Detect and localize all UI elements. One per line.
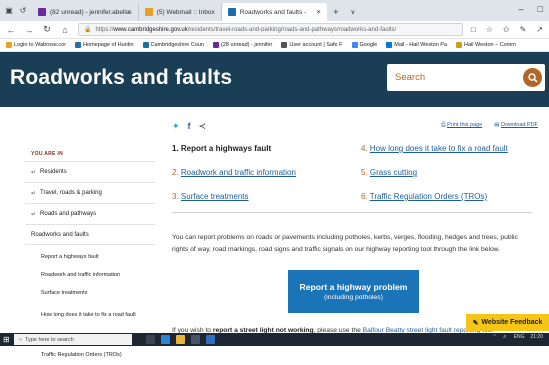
webmail-icon — [144, 8, 153, 16]
favorite-link[interactable]: User account | Safe F — [281, 42, 343, 48]
sidebar-item-tro[interactable]: Traffic Regulation Orders (TROs) — [25, 347, 155, 365]
report-problem-button[interactable]: Report a highway problem (including poth… — [288, 270, 419, 313]
language-indicator[interactable]: ENG — [514, 334, 525, 340]
edge-icon[interactable] — [160, 335, 170, 344]
clock[interactable]: 21:20 — [530, 334, 543, 340]
breadcrumb-residents[interactable]: ↵ Residents — [25, 161, 155, 182]
return-arrow-icon: ↵ — [31, 190, 37, 197]
favorite-star-icon[interactable]: ☆ — [486, 25, 493, 34]
link-roadwork-info[interactable]: 2. Roadwork and traffic information — [172, 168, 296, 177]
link-how-long[interactable]: 4. How long does it take to fix a road f… — [361, 144, 508, 153]
favorite-link[interactable]: Cambridgeshire Coun — [142, 42, 204, 48]
council-icon — [227, 8, 236, 16]
favorite-icon — [6, 42, 12, 48]
link-report-fault[interactable]: 1. Report a highways fault — [172, 144, 271, 153]
minimize-icon[interactable]: – — [519, 4, 524, 14]
search-icon — [527, 72, 538, 83]
tab-roadworks[interactable]: Roadworks and faults - ✕ — [221, 3, 328, 21]
store-icon[interactable] — [190, 335, 200, 344]
pen-icon[interactable]: ✎ — [520, 25, 527, 34]
yahoo-mail-icon — [38, 8, 46, 16]
you-are-in-label: YOU ARE IN — [31, 151, 63, 157]
windows-start-icon[interactable]: ⊞ — [3, 335, 10, 344]
link-grass-cutting[interactable]: 5. Grass cutting — [361, 168, 417, 177]
taskbar: ⊞ ○ Type here to search ⌃ ♬ ENG 21:20 — [0, 333, 549, 346]
favorite-icon — [213, 42, 220, 48]
share-icon[interactable]: ↗ — [536, 25, 543, 34]
home-icon[interactable]: ⌂ — [60, 25, 70, 35]
page-title: Roadworks and faults — [10, 66, 233, 89]
tab-mail[interactable]: (82 unread) - jennifer.abellæ — [32, 3, 139, 21]
mail-app-icon[interactable] — [205, 335, 215, 344]
return-arrow-icon: ↵ — [31, 211, 37, 218]
tab-webmail[interactable]: (5) Webmail :: Inbox — [139, 3, 222, 21]
forward-arrow-icon[interactable]: → — [24, 25, 34, 35]
back-arrow-icon[interactable]: ← — [6, 25, 16, 35]
favorite-icon — [142, 42, 149, 48]
link-surface-treatments[interactable]: 3. Surface treatments — [172, 192, 249, 201]
reading-view-icon[interactable]: □ — [471, 25, 476, 34]
favorite-link[interactable]: Mail - Hail Weston Pa — [386, 42, 447, 48]
twitter-icon[interactable]: ✦ — [172, 121, 180, 132]
sidebar-item-report[interactable]: Report a highways fault — [25, 249, 155, 267]
favorite-link[interactable]: Hail Weston – Comm — [456, 42, 516, 48]
browser-tab-bar: ▣ ↺ (82 unread) - jennifer.abellæ (5) We… — [0, 0, 549, 21]
sidebar-current[interactable]: Roadworks and faults — [25, 224, 155, 245]
breadcrumb-travel[interactable]: ↵ Travel, roads & parking — [25, 182, 155, 203]
return-arrow-icon: ↵ — [31, 169, 37, 176]
close-tab-icon[interactable]: ✕ — [316, 8, 321, 16]
link-tros[interactable]: 6. Traffic Regulation Orders (TROs) — [361, 192, 487, 201]
url-field[interactable]: 🔒 https://www.cambridgeshire.gov.uk/resi… — [78, 23, 463, 36]
taskbar-search[interactable]: ○ Type here to search — [13, 334, 132, 345]
favorites-bar: Login to Wabrose.cor Homepage of Huntin … — [0, 39, 549, 52]
feedback-icon: ✎ — [472, 319, 479, 327]
sidebar-item-surface[interactable]: Surface treatments — [25, 285, 155, 303]
tab-actions-icon[interactable]: ↺ — [18, 6, 28, 16]
search-input[interactable]: Search — [387, 64, 545, 91]
new-tab-button[interactable]: + — [327, 3, 344, 21]
site-header: Roadworks and faults Search — [0, 52, 549, 107]
print-link[interactable]: ⎙ Print this page — [441, 122, 482, 129]
facebook-icon[interactable]: f — [188, 121, 191, 131]
window-controls: – □ — [519, 4, 543, 14]
file-explorer-icon[interactable] — [175, 335, 185, 344]
volume-icon[interactable]: ♬ — [503, 334, 508, 340]
window-menu-icon[interactable]: ▣ — [4, 6, 14, 16]
task-view-icon[interactable] — [145, 335, 155, 344]
breadcrumb-roads[interactable]: ↵ Roads and pathways — [25, 203, 155, 224]
maximize-icon[interactable]: □ — [538, 4, 543, 14]
favorite-link[interactable]: Google — [351, 42, 377, 48]
download-pdf-link[interactable]: ▤ Download PDF — [494, 122, 538, 129]
document-icon: ▤ — [494, 122, 501, 128]
main-content: ✦ f ≺ ⎙ Print this page ▤ Download PDF 1… — [172, 120, 542, 334]
refresh-icon[interactable]: ↻ — [42, 24, 52, 35]
favorites-icon[interactable]: ✩ — [503, 25, 510, 34]
favorite-icon — [75, 42, 82, 48]
website-feedback-button[interactable]: ✎ Website Feedback — [466, 314, 549, 331]
divider — [172, 212, 532, 213]
favorite-icon — [456, 42, 463, 48]
favorite-link[interactable]: Homepage of Huntin — [75, 42, 134, 48]
sidebar-item-how-long[interactable]: How long does it take to fix a road faul… — [25, 303, 137, 329]
favorite-icon — [281, 42, 288, 48]
chevron-up-icon[interactable]: ⌃ — [492, 334, 496, 340]
favorite-link[interactable]: (28 unread) - jennifer — [213, 42, 272, 48]
share-icon[interactable]: ≺ — [199, 121, 207, 132]
google-icon — [351, 42, 358, 48]
address-bar: ← → ↻ ⌂ 🔒 https://www.cambridgeshire.gov… — [0, 21, 549, 39]
page-tools: ⎙ Print this page ▤ Download PDF — [441, 122, 538, 129]
sidebar-nav: YOU ARE IN ↵ Residents ↵ Travel, roads & p… — [25, 143, 155, 365]
intro-text: You can report problems on roads or pave… — [172, 234, 518, 253]
tab-list-button[interactable]: ∨ — [345, 3, 362, 21]
search-button[interactable] — [523, 68, 542, 87]
lock-icon: 🔒 — [84, 27, 92, 33]
system-tray: ⌃ ♬ ENG 21:20 — [492, 334, 543, 340]
outlook-icon — [386, 42, 393, 48]
search-icon: ○ — [18, 336, 23, 343]
favorite-link[interactable]: Login to Wabrose.cor — [6, 42, 66, 48]
sidebar-item-roadwork[interactable]: Roadwork and traffic information — [25, 267, 155, 285]
